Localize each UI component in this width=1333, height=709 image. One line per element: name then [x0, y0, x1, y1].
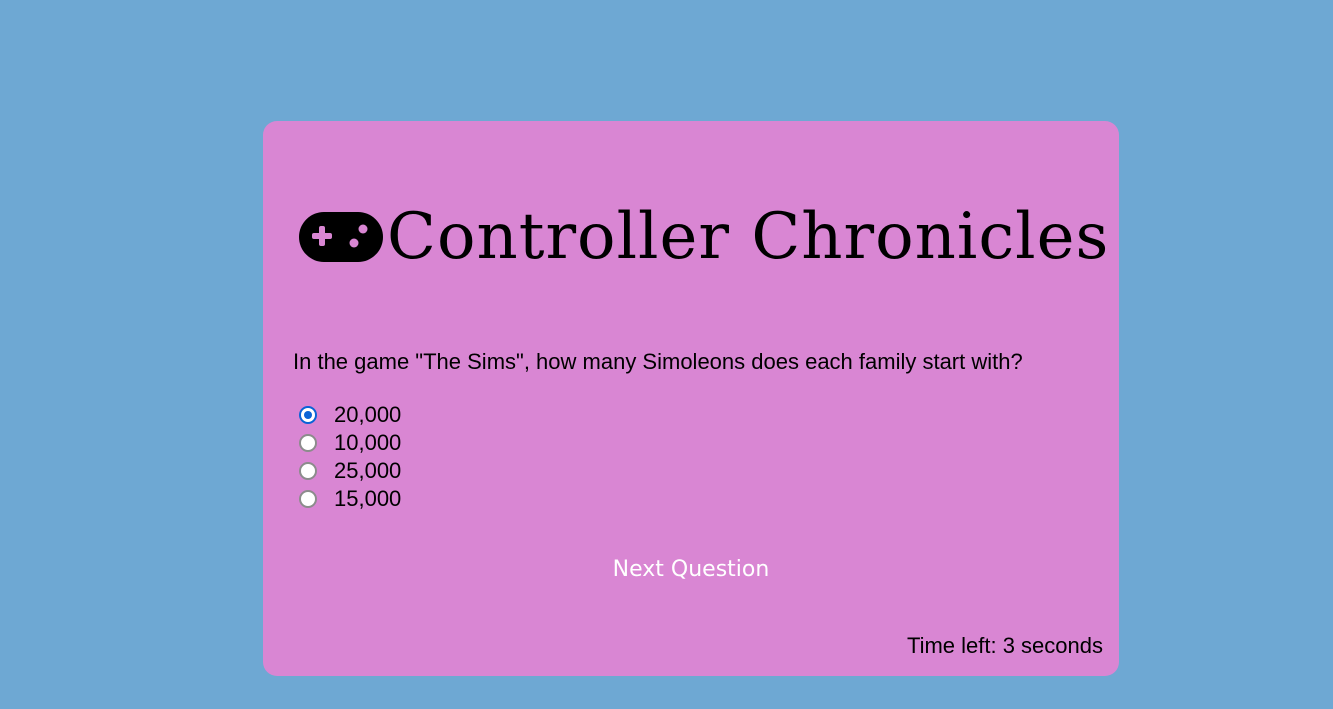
answer-label-4: 15,000: [334, 486, 402, 511]
answer-option-2[interactable]: 10,000: [299, 429, 401, 457]
answer-radio-4[interactable]: [299, 490, 317, 508]
page-title: Controller Chronicles: [387, 200, 1110, 274]
answer-option-3[interactable]: 25,000: [299, 457, 401, 485]
answer-radio-1[interactable]: [299, 406, 317, 424]
answer-radio-3[interactable]: [299, 462, 317, 480]
quiz-card: Controller Chronicles In the game "The S…: [263, 121, 1119, 676]
answer-options: 20,000 10,000 25,000 15,000: [299, 401, 401, 513]
gamepad-icon: [297, 210, 385, 264]
title-row: Controller Chronicles: [297, 205, 1109, 269]
answer-label-2: 10,000: [334, 430, 402, 455]
next-question-button[interactable]: Next Question: [263, 557, 1119, 582]
answer-label-3: 25,000: [334, 458, 402, 483]
answer-radio-2[interactable]: [299, 434, 317, 452]
answer-option-4[interactable]: 15,000: [299, 485, 401, 513]
answer-option-1[interactable]: 20,000: [299, 401, 401, 429]
time-left-text: Time left: 3 seconds: [906, 633, 1103, 658]
question-text: In the game "The Sims", how many Simoleo…: [293, 349, 1023, 374]
answer-label-1: 20,000: [334, 402, 402, 427]
